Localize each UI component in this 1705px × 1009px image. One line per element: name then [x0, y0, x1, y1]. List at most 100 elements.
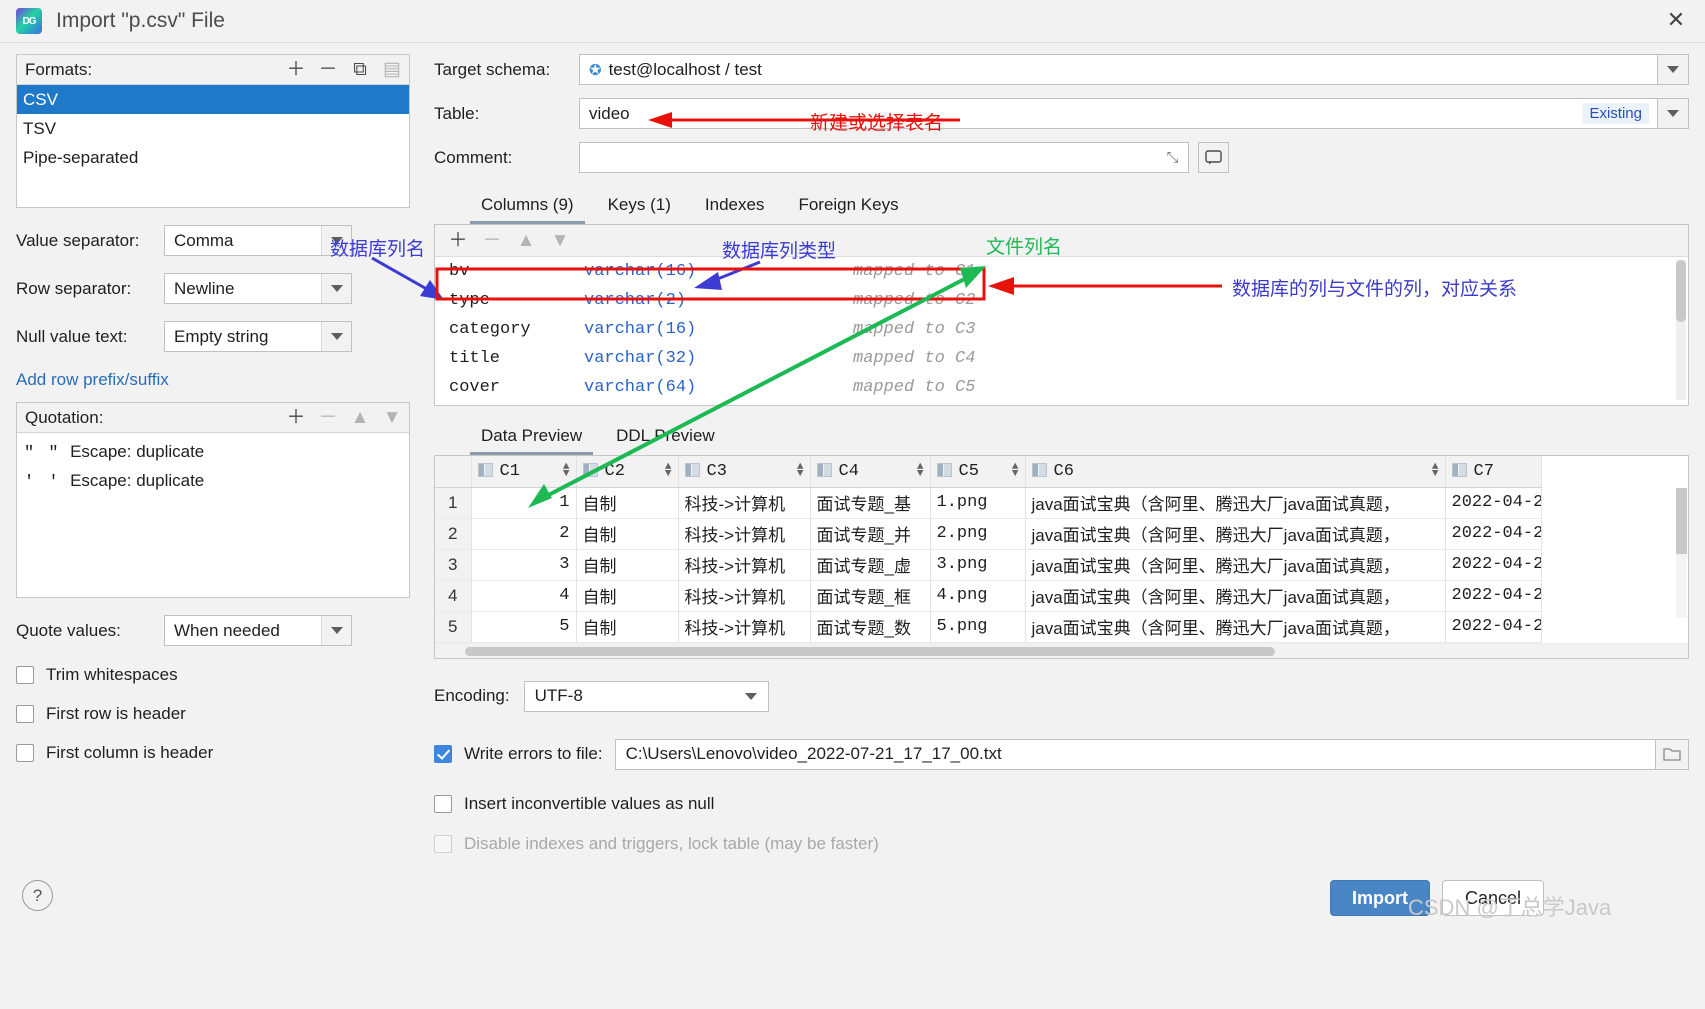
- scrollbar-thumb[interactable]: [1676, 260, 1686, 322]
- chevron-down-icon[interactable]: [321, 322, 351, 351]
- add-quotation-icon[interactable]: ＋: [287, 408, 306, 427]
- copy-format-icon[interactable]: ⧉: [351, 60, 369, 79]
- cell-c6[interactable]: java面试宝典（含阿里、腾迅大厂java面试真题，: [1025, 487, 1446, 519]
- column-row[interactable]: title varchar(32) mapped to C4: [435, 344, 1688, 373]
- cell-c2[interactable]: 自制: [576, 611, 679, 643]
- cell-c6[interactable]: java面试宝典（含阿里、腾迅大厂java面试真题，: [1025, 611, 1446, 643]
- cell-c3[interactable]: 科技->计算机: [678, 487, 811, 519]
- value-separator-combo[interactable]: Comma: [164, 225, 352, 256]
- cell-c3[interactable]: 科技->计算机: [678, 518, 811, 550]
- format-item-csv[interactable]: CSV: [17, 85, 409, 114]
- format-item-tsv[interactable]: TSV: [17, 114, 409, 143]
- column-header-c6[interactable]: C6 ▲ ▼: [1025, 456, 1446, 488]
- sort-icon[interactable]: ▲ ▼: [797, 462, 804, 480]
- columns-scrollbar[interactable]: [1676, 260, 1686, 400]
- format-item-pipe-separated[interactable]: Pipe-separated: [17, 143, 409, 172]
- sort-icon[interactable]: ▲ ▼: [665, 462, 672, 480]
- save-format-icon[interactable]: ▤: [383, 60, 401, 79]
- cell-c3[interactable]: 科技->计算机: [678, 611, 811, 643]
- scrollbar-thumb[interactable]: [1676, 488, 1687, 554]
- cell-c3[interactable]: 科技->计算机: [678, 549, 811, 581]
- cell-c7[interactable]: 2022-04-25T1: [1445, 518, 1542, 550]
- insert-inconvertible-values-checkbox[interactable]: Insert inconvertible values as null: [434, 794, 1689, 814]
- cell-c3[interactable]: 科技->计算机: [678, 580, 811, 612]
- table-row[interactable]: 5 5 自制 科技->计算机 面试专题_数 5.png java面试宝典（含阿里…: [435, 611, 1542, 643]
- move-down-icon[interactable]: ▼: [383, 408, 402, 427]
- row-separator-combo[interactable]: Newline: [164, 273, 352, 304]
- column-header-c3[interactable]: C3 ▲ ▼: [678, 456, 811, 488]
- target-schema-input[interactable]: ✪ test@localhost / test: [579, 54, 1658, 85]
- comment-note-icon[interactable]: [1198, 142, 1229, 173]
- table-row[interactable]: 1 1 自制 科技->计算机 面试专题_基 1.png java面试宝典（含阿里…: [435, 487, 1542, 519]
- cell-c5[interactable]: 4.png: [930, 580, 1026, 612]
- tab-keys[interactable]: Keys (1): [591, 189, 688, 224]
- cell-c1[interactable]: 2: [471, 518, 577, 550]
- table-row[interactable]: 3 3 自制 科技->计算机 面试专题_虚 3.png java面试宝典（含阿里…: [435, 549, 1542, 581]
- cell-c2[interactable]: 自制: [576, 487, 679, 519]
- cell-c1[interactable]: 4: [471, 580, 577, 612]
- column-row[interactable]: cover varchar(64) mapped to C5: [435, 373, 1688, 402]
- sort-icon[interactable]: ▲ ▼: [1012, 462, 1019, 480]
- grid-vertical-scrollbar[interactable]: [1676, 488, 1687, 618]
- cell-c2[interactable]: 自制: [576, 580, 679, 612]
- tab-indexes[interactable]: Indexes: [688, 189, 782, 224]
- first-row-is-header-checkbox[interactable]: First row is header: [16, 704, 410, 724]
- expand-icon[interactable]: ⤢: [1167, 149, 1179, 166]
- tab-columns[interactable]: Columns (9): [464, 189, 591, 224]
- sort-icon[interactable]: ▲ ▼: [917, 462, 924, 480]
- encoding-combo[interactable]: UTF-8: [523, 680, 769, 712]
- cell-c4[interactable]: 面试专题_基: [810, 487, 931, 519]
- cell-c7[interactable]: 2022-04-26T0: [1445, 580, 1542, 612]
- scrollbar-thumb[interactable]: [465, 646, 1275, 656]
- browse-folder-button[interactable]: [1656, 738, 1689, 770]
- table-row[interactable]: 2 2 自制 科技->计算机 面试专题_并 2.png java面试宝典（含阿里…: [435, 518, 1542, 550]
- column-header-c1[interactable]: C1 ▲ ▼: [471, 456, 577, 488]
- chevron-down-icon[interactable]: [321, 616, 351, 645]
- cell-c1[interactable]: 3: [471, 549, 577, 581]
- table-input[interactable]: video Existing: [579, 98, 1658, 129]
- quotation-item[interactable]: " " Escape: duplicate: [17, 437, 409, 466]
- remove-quotation-icon[interactable]: －: [319, 408, 338, 427]
- column-header-c2[interactable]: C2 ▲ ▼: [576, 456, 679, 488]
- cell-c6[interactable]: java面试宝典（含阿里、腾迅大厂java面试真题，: [1025, 580, 1446, 612]
- trim-whitespaces-checkbox[interactable]: Trim whitespaces: [16, 665, 410, 685]
- cell-c2[interactable]: 自制: [576, 518, 679, 550]
- cell-c7[interactable]: 2022-04-25T1: [1445, 487, 1542, 519]
- cell-c7[interactable]: 2022-04-26T0: [1445, 549, 1542, 581]
- cell-c5[interactable]: 5.png: [930, 611, 1026, 643]
- null-value-combo[interactable]: Empty string: [164, 321, 352, 352]
- table-row[interactable]: 4 4 自制 科技->计算机 面试专题_框 4.png java面试宝典（含阿里…: [435, 580, 1542, 612]
- cell-c7[interactable]: 2022-04-26T1: [1445, 611, 1542, 643]
- cell-c5[interactable]: 1.png: [930, 487, 1026, 519]
- cell-c5[interactable]: 2.png: [930, 518, 1026, 550]
- remove-format-icon[interactable]: －: [319, 60, 338, 79]
- first-column-is-header-checkbox[interactable]: First column is header: [16, 743, 410, 763]
- column-header-c4[interactable]: C4 ▲ ▼: [810, 456, 931, 488]
- comment-input[interactable]: ⤢: [579, 142, 1189, 173]
- move-column-down-icon[interactable]: ▼: [551, 231, 570, 250]
- cell-c4[interactable]: 面试专题_框: [810, 580, 931, 612]
- column-header-c5[interactable]: C5 ▲ ▼: [930, 456, 1026, 488]
- quote-values-combo[interactable]: When needed: [164, 615, 352, 646]
- sort-icon[interactable]: ▲ ▼: [563, 462, 570, 480]
- column-row[interactable]: category varchar(16) mapped to C3: [435, 315, 1688, 344]
- target-schema-dropdown[interactable]: [1658, 54, 1689, 85]
- cell-c2[interactable]: 自制: [576, 549, 679, 581]
- chevron-down-icon[interactable]: [734, 692, 768, 700]
- sort-icon[interactable]: ▲ ▼: [1432, 462, 1439, 480]
- column-header-c7[interactable]: C7: [1445, 456, 1542, 488]
- tab-data-preview[interactable]: Data Preview: [464, 420, 599, 455]
- cell-c4[interactable]: 面试专题_数: [810, 611, 931, 643]
- cell-c6[interactable]: java面试宝典（含阿里、腾迅大厂java面试真题，: [1025, 518, 1446, 550]
- cell-c4[interactable]: 面试专题_并: [810, 518, 931, 550]
- grid-horizontal-scrollbar[interactable]: [435, 642, 1688, 658]
- table-dropdown[interactable]: [1658, 98, 1689, 129]
- add-column-icon[interactable]: ＋: [449, 231, 468, 250]
- cell-c1[interactable]: 1: [471, 487, 577, 519]
- add-row-prefix-suffix-link[interactable]: Add row prefix/suffix: [16, 370, 169, 390]
- quotation-item[interactable]: ' ' Escape: duplicate: [17, 466, 409, 495]
- cell-c1[interactable]: 5: [471, 611, 577, 643]
- chevron-down-icon[interactable]: [321, 274, 351, 303]
- write-errors-path-input[interactable]: C:\Users\Lenovo\video_2022-07-21_17_17_0…: [614, 738, 1656, 770]
- tab-ddl-preview[interactable]: DDL Preview: [599, 420, 732, 455]
